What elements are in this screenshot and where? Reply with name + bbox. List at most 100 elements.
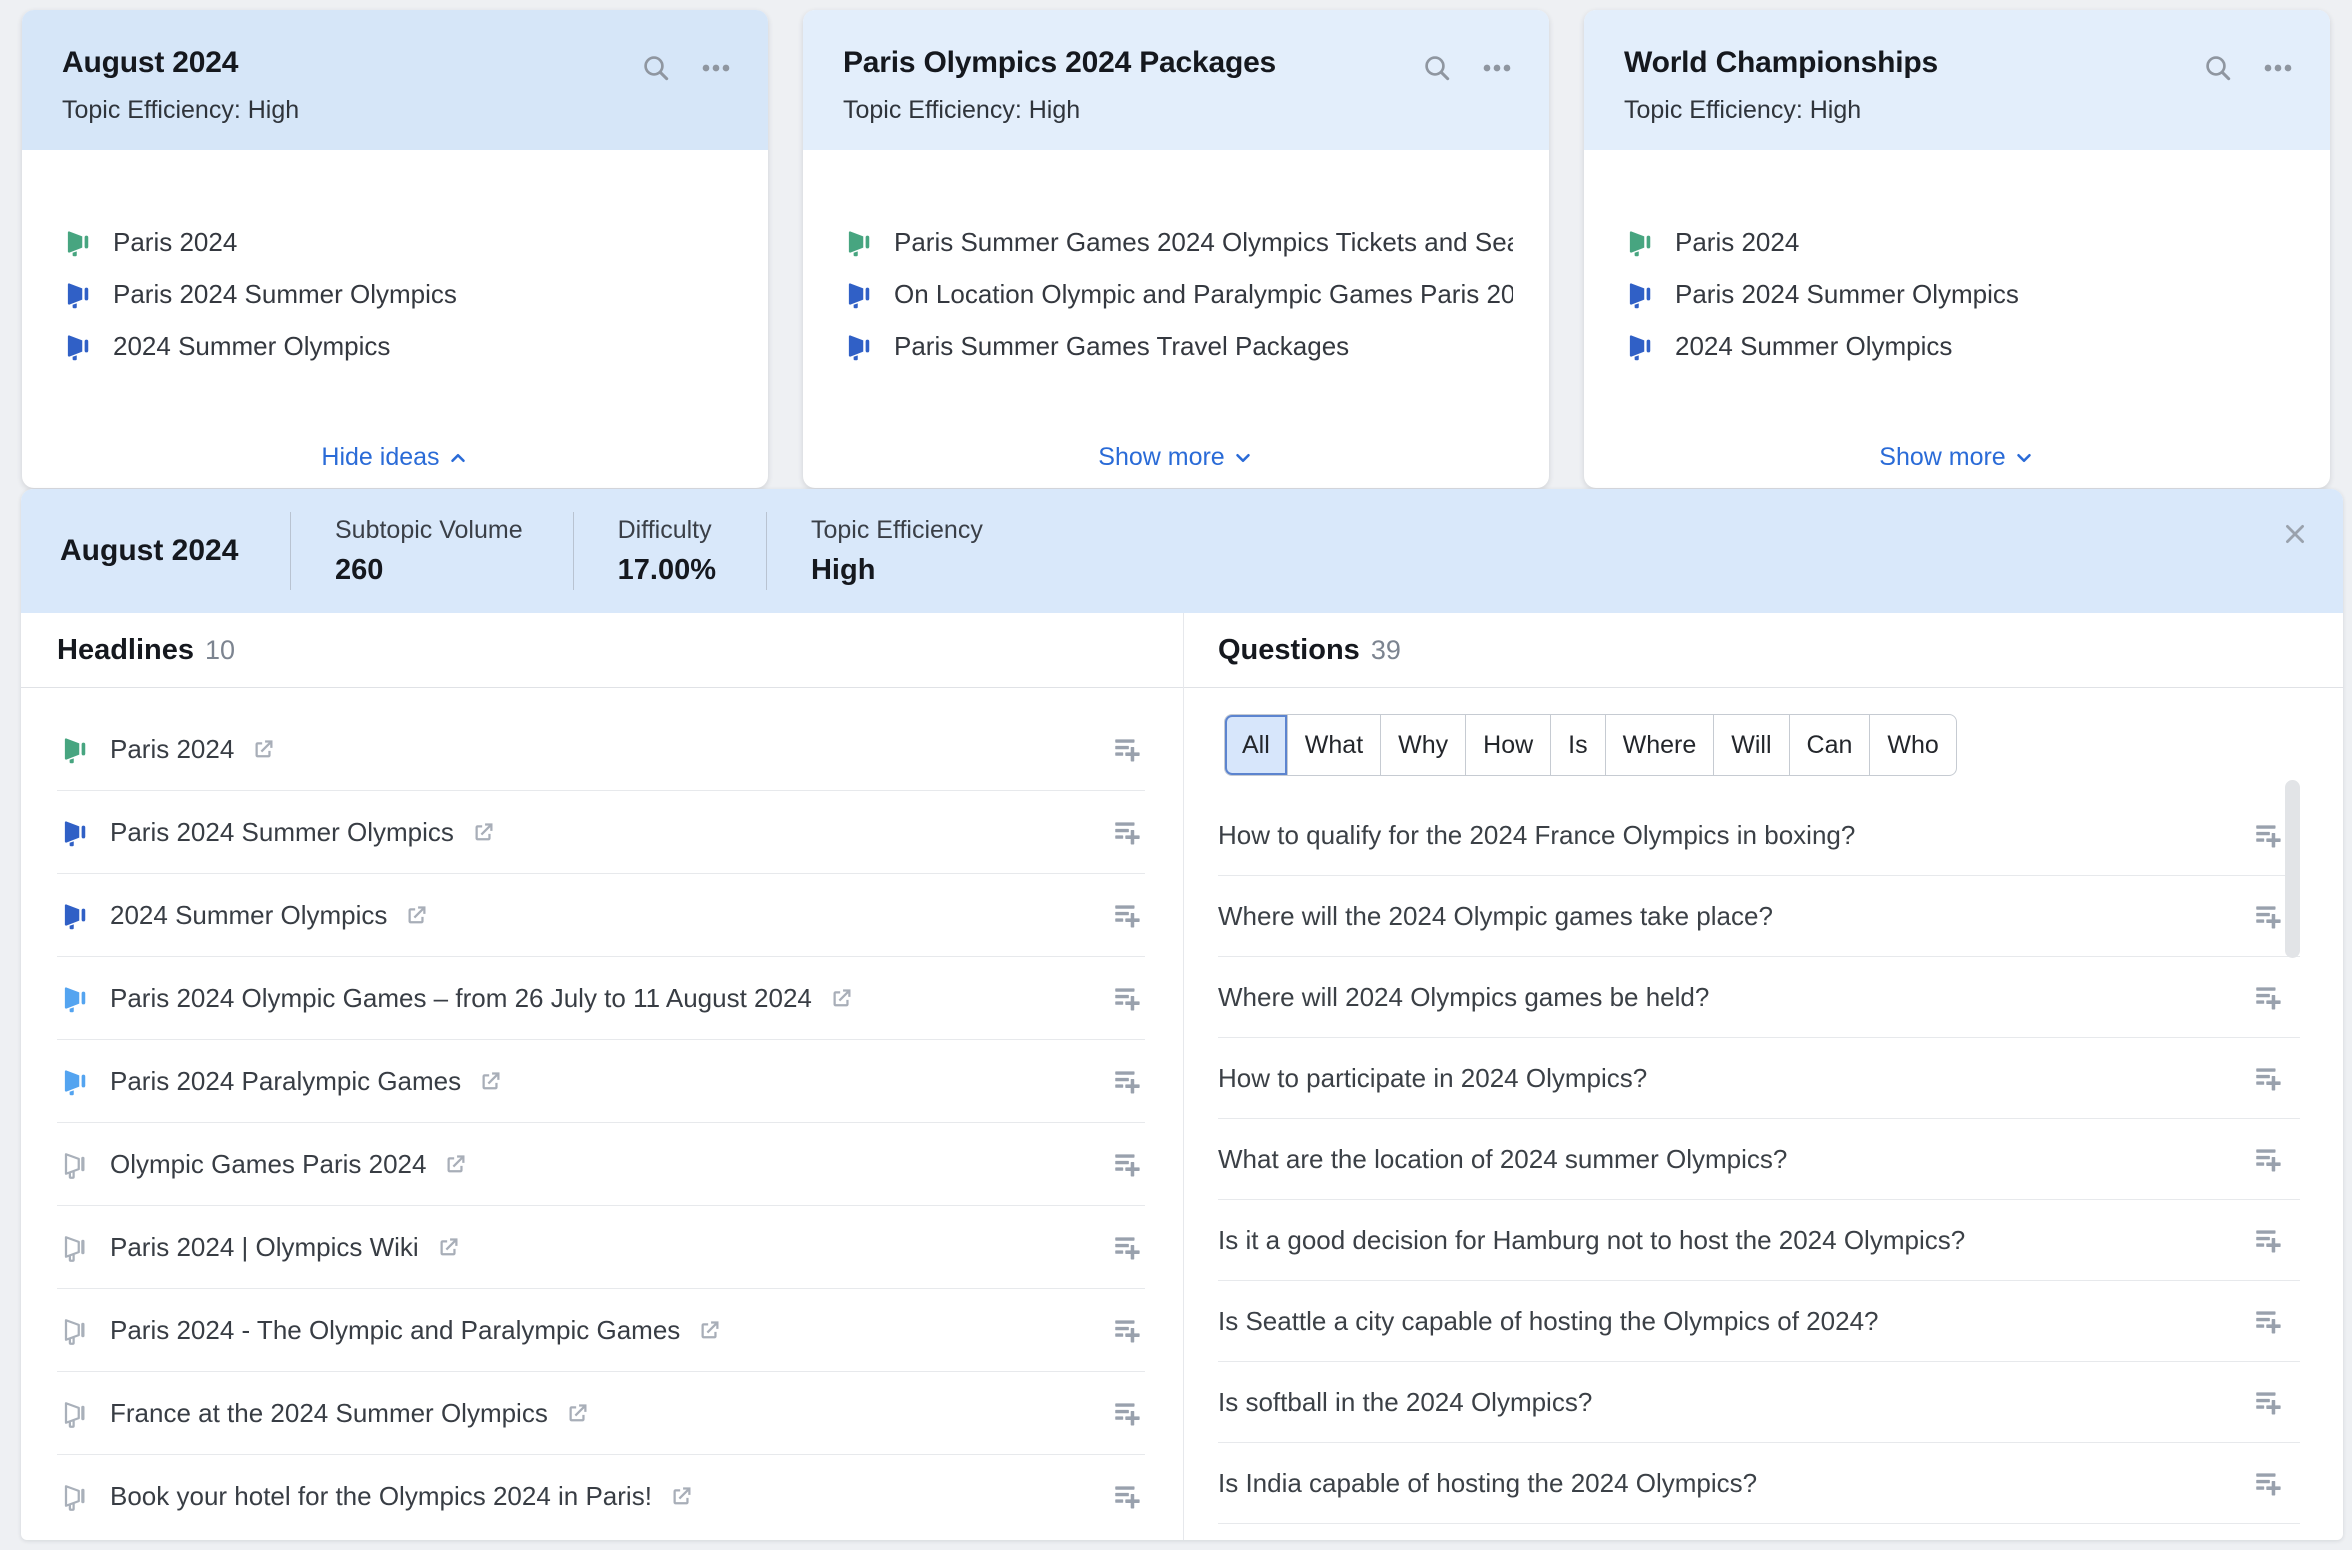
filter-tab[interactable]: Who [1869,715,1955,775]
add-to-list-button[interactable] [1111,815,1145,849]
search-icon[interactable] [640,52,672,84]
headline-link[interactable]: France at the 2024 Summer Olympics [110,1398,591,1429]
card-item: Paris 2024 Summer Olympics [1628,268,2294,320]
filter-tab[interactable]: What [1286,715,1380,775]
card-item: Paris 2024 [66,216,732,268]
question-row: How to qualify for the 2024 France Olymp… [1218,795,2300,876]
filter-tab[interactable]: Where [1604,715,1714,775]
add-to-list-button[interactable] [2252,1385,2286,1419]
playlist-add-icon [1111,1230,1145,1264]
headline-link[interactable]: 2024 Summer Olympics [110,900,430,931]
headline-row: Paris 2024 | Olympics Wiki [57,1206,1145,1289]
more-options-icon[interactable] [1481,52,1513,84]
megaphone-icon [847,331,877,361]
headlines-header: Headlines 10 [21,613,1183,688]
stat: Difficulty 17.00% [572,489,766,613]
playlist-add-icon [2252,818,2286,852]
megaphone-icon [1628,279,1658,309]
megaphone-icon [66,331,96,361]
more-options-icon[interactable] [700,52,732,84]
topic-card-header: Paris Olympics 2024 Packages Topic Effic… [803,10,1549,150]
headline-link[interactable]: Paris 2024 Olympic Games – from 26 July … [110,983,855,1014]
external-link-icon [696,1317,723,1344]
stat-label: Subtopic Volume [335,515,523,544]
detail-title: August 2024 [60,534,239,567]
add-to-list-button[interactable] [1111,1064,1145,1098]
stat-label: Topic Efficiency [810,515,983,544]
search-icon[interactable] [2202,52,2234,84]
headline-row: Olympic Games Paris 2024 [57,1123,1145,1206]
add-to-list-button[interactable] [2252,1466,2286,1500]
filter-tab[interactable]: Can [1788,715,1870,775]
external-link-icon [564,1400,591,1427]
playlist-add-icon [1111,815,1145,849]
filter-tab[interactable]: Why [1380,715,1465,775]
add-to-list-button[interactable] [2252,1304,2286,1338]
chevron-down-icon [2013,447,2035,469]
headline-link[interactable]: Paris 2024 Summer Olympics [110,817,497,848]
card-item: 2024 Summer Olympics [66,320,732,372]
card-item: 2024 Summer Olympics [1628,320,2294,372]
headline-label: Paris 2024 | Olympics Wiki [110,1231,419,1262]
add-to-list-button[interactable] [1111,981,1145,1015]
add-to-list-button[interactable] [1111,1313,1145,1347]
megaphone-icon [63,1481,93,1511]
filter-tab[interactable]: Is [1550,715,1604,775]
card-footer-link[interactable]: Show more [803,443,1549,472]
megaphone-icon [66,279,96,309]
headline-link[interactable]: Olympic Games Paris 2024 [110,1149,469,1180]
question-row: Is Seattle a city capable of hosting the… [1218,1281,2300,1362]
question-text: Is it a good decision for Hamburg not to… [1218,1224,1966,1255]
megaphone-icon [63,1315,93,1345]
more-options-icon[interactable] [2262,52,2294,84]
section-title: Questions [1218,634,1360,666]
filter-tab[interactable]: How [1465,715,1550,775]
add-to-list-button[interactable] [1111,1396,1145,1430]
add-to-list-button[interactable] [2252,1061,2286,1095]
stat: Subtopic Volume 260 [290,489,573,613]
card-footer-link[interactable]: Hide ideas [22,443,768,472]
filter-tab[interactable]: Will [1713,715,1788,775]
question-text: How to qualify for the 2024 France Olymp… [1218,819,1856,850]
add-to-list-button[interactable] [2252,980,2286,1014]
external-link-icon [477,1068,504,1095]
playlist-add-icon [2252,980,2286,1014]
headlines-list: Paris 2024 Paris 2024 Summer Olympics 20… [21,688,1183,1537]
question-text: Is India capable of hosting the 2024 Oly… [1218,1467,1758,1498]
question-filter-tabs: All What Why How Is Where Will Can Who [1224,714,1957,776]
megaphone-icon [63,817,93,847]
close-icon[interactable] [2281,520,2309,548]
card-footer-link[interactable]: Show more [1584,443,2330,472]
card-actions [2202,52,2294,84]
headline-label: Paris 2024 Paralympic Games [110,1065,462,1096]
add-to-list-button[interactable] [2252,899,2286,933]
question-text: Is softball in the 2024 Olympics? [1218,1386,1593,1417]
add-to-list-button[interactable] [2252,1223,2286,1257]
add-to-list-button[interactable] [1111,732,1145,766]
question-row: Where will the 2024 Olympic games take p… [1218,876,2300,957]
card-item-label: Paris 2024 [113,226,238,257]
add-to-list-button[interactable] [1111,898,1145,932]
add-to-list-button[interactable] [2252,1142,2286,1176]
scrollbar-thumb[interactable] [2285,780,2300,958]
playlist-add-icon [1111,1064,1145,1098]
add-to-list-button[interactable] [2252,818,2286,852]
add-to-list-button[interactable] [1111,1147,1145,1181]
question-text: Where will the 2024 Olympic games take p… [1218,900,1773,931]
headline-link[interactable]: Paris 2024 - The Olympic and Paralympic … [110,1315,723,1346]
headline-link[interactable]: Paris 2024 | Olympics Wiki [110,1232,462,1263]
detail-stats-bar: August 2024 Subtopic Volume 260 Difficul… [21,489,2343,613]
add-to-list-button[interactable] [1111,1230,1145,1264]
stat-label: Difficulty [617,515,712,544]
headline-link[interactable]: Paris 2024 [110,734,277,765]
headline-link[interactable]: Paris 2024 Paralympic Games [110,1066,504,1097]
card-item-label: Paris 2024 Summer Olympics [1675,278,2019,309]
headline-link[interactable]: Book your hotel for the Olympics 2024 in… [110,1481,695,1512]
question-row: How to participate in 2024 Olympics? [1218,1038,2300,1119]
card-title: August 2024 [62,46,239,79]
add-to-list-button[interactable] [1111,1479,1145,1513]
cards-row: August 2024 Topic Efficiency: High Paris… [22,10,2330,488]
filter-tab[interactable]: All [1225,715,1287,775]
megaphone-icon [1628,227,1658,257]
search-icon[interactable] [1421,52,1453,84]
